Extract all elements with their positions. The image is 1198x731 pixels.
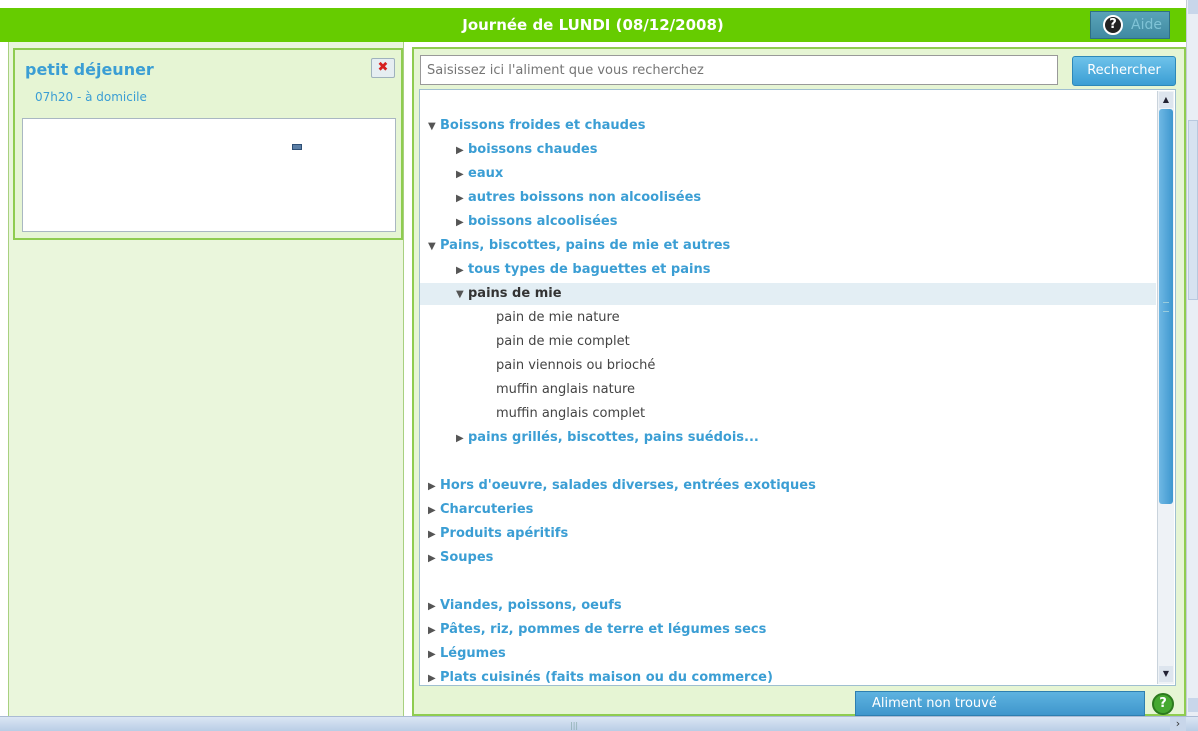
tree-category[interactable]: ▶ Plats cuisinés (faits maison ou du comm… bbox=[420, 667, 773, 689]
meal-time-place: 07h20 - à domicile bbox=[35, 90, 147, 104]
tree-category[interactable]: ▶ Pâtes, riz, pommes de terre et légumes … bbox=[420, 619, 766, 641]
tree-node-label: pain de mie complet bbox=[496, 334, 630, 349]
scroll-right-button[interactable]: › bbox=[1170, 717, 1186, 731]
collapsed-arrow-icon[interactable]: ▶ bbox=[456, 212, 468, 234]
tree-subcategory[interactable]: ▶ pains grillés, biscottes, pains suédois… bbox=[420, 427, 759, 449]
scroll-grip-icon: ||| bbox=[570, 721, 579, 730]
help-button-label: Aide bbox=[1131, 17, 1162, 33]
collapsed-arrow-icon[interactable]: ▶ bbox=[456, 428, 468, 450]
tree-node-label: pain viennois ou brioché bbox=[496, 358, 656, 373]
tree-node-label: Viandes, poissons, oeufs bbox=[440, 598, 622, 613]
tree-scroll-down-icon[interactable]: ▼ bbox=[1159, 666, 1173, 682]
collapsed-arrow-icon[interactable]: ▶ bbox=[456, 188, 468, 210]
page-title: Journée de LUNDI (08/12/2008) bbox=[462, 16, 724, 34]
food-item[interactable]: muffin anglais complet bbox=[420, 403, 645, 425]
expanded-arrow-icon[interactable]: ▼ bbox=[428, 236, 440, 258]
collapsed-arrow-icon[interactable]: ▶ bbox=[456, 260, 468, 282]
tree-node-label: Produits apéritifs bbox=[440, 526, 569, 541]
scroll-up-button[interactable] bbox=[1188, 0, 1198, 14]
expanded-arrow-icon[interactable]: ▼ bbox=[456, 284, 468, 306]
tree-node-label: eaux bbox=[468, 166, 504, 181]
collapsed-arrow-icon[interactable]: ▶ bbox=[428, 500, 440, 522]
tree-node-label: pains de mie bbox=[468, 286, 562, 301]
page-vertical-scrollbar[interactable] bbox=[1186, 0, 1198, 716]
collapsed-arrow-icon[interactable]: ▶ bbox=[428, 476, 440, 498]
tree-node-label: pains grillés, biscottes, pains suédois.… bbox=[468, 430, 759, 445]
search-button[interactable]: Rechercher bbox=[1072, 56, 1176, 86]
help-icon: ? bbox=[1103, 15, 1123, 35]
tree-scroll-up-icon[interactable]: ▲ bbox=[1159, 92, 1173, 108]
collapsed-arrow-icon[interactable]: ▶ bbox=[428, 668, 440, 690]
tree-subcategory[interactable]: ▶ autres boissons non alcoolisées bbox=[420, 187, 701, 209]
scroll-thumb[interactable] bbox=[1188, 120, 1198, 300]
collapsed-arrow-icon[interactable]: ▶ bbox=[428, 596, 440, 618]
collapsed-arrow-icon[interactable]: ▶ bbox=[428, 548, 440, 570]
tree-node-label: muffin anglais nature bbox=[496, 382, 635, 397]
tree-node-label: Charcuteries bbox=[440, 502, 534, 517]
help-button[interactable]: ? Aide bbox=[1090, 11, 1170, 39]
tree-node-label: muffin anglais complet bbox=[496, 406, 646, 421]
tree-node-label: pain de mie nature bbox=[496, 310, 620, 325]
tree-category[interactable]: ▶ Soupes bbox=[420, 547, 493, 569]
tree-category[interactable]: ▼ Boissons froides et chaudes bbox=[420, 115, 645, 137]
food-item[interactable]: pain de mie nature bbox=[420, 307, 620, 329]
tree-subcategory[interactable]: ▶ boissons chaudes bbox=[420, 139, 597, 161]
tree-node-label: boissons chaudes bbox=[468, 142, 598, 157]
help-icon-small[interactable]: ? bbox=[1152, 693, 1174, 715]
tree-category[interactable]: ▶ Hors d'oeuvre, salades diverses, entrée… bbox=[420, 475, 816, 497]
meal-title[interactable]: petit déjeuner bbox=[25, 60, 154, 79]
tree-node-label: Boissons froides et chaudes bbox=[440, 118, 646, 133]
tree-scrollbar[interactable]: ▲ ▼ bbox=[1157, 91, 1174, 684]
tree-node-label: Pains, biscottes, pains de mie et autres bbox=[440, 238, 731, 253]
tree-scroll-thumb[interactable] bbox=[1159, 109, 1173, 504]
expanded-arrow-icon[interactable]: ▼ bbox=[428, 116, 440, 138]
tree-node-label: Hors d'oeuvre, salades diverses, entrées… bbox=[440, 478, 816, 493]
tree-category[interactable]: ▶ Charcuteries bbox=[420, 499, 533, 521]
collapsed-arrow-icon[interactable]: ▶ bbox=[428, 620, 440, 642]
collapsed-arrow-icon[interactable]: ▶ bbox=[428, 644, 440, 666]
food-item[interactable]: pain de mie complet bbox=[420, 331, 630, 353]
tree-subcategory[interactable]: ▶ tous types de baguettes et pains bbox=[420, 259, 710, 281]
tree-node-label: tous types de baguettes et pains bbox=[468, 262, 711, 277]
food-not-found-button[interactable]: Aliment non trouvé bbox=[855, 691, 1145, 716]
collapsed-arrow-icon[interactable]: ▶ bbox=[456, 164, 468, 186]
tree-category[interactable]: ▶ Produits apéritifs bbox=[420, 523, 568, 545]
food-search-input[interactable] bbox=[420, 55, 1058, 85]
tree-node-label: Soupes bbox=[440, 550, 494, 565]
meal-card: petit déjeuner ✖ 07h20 - à domicile bbox=[13, 48, 403, 240]
collapsed-arrow-icon[interactable]: ▶ bbox=[428, 524, 440, 546]
page-horizontal-scrollbar[interactable]: ||| › bbox=[0, 716, 1198, 731]
tree-node-label: boissons alcoolisées bbox=[468, 214, 618, 229]
minus-icon[interactable] bbox=[292, 144, 302, 150]
tree-category[interactable]: ▶ Viandes, poissons, oeufs bbox=[420, 595, 622, 617]
tree-subcategory[interactable]: ▶ eaux bbox=[420, 163, 503, 185]
top-bar: Journée de LUNDI (08/12/2008) ? Aide bbox=[0, 8, 1186, 42]
tree-category[interactable]: ▶ Légumes bbox=[420, 643, 506, 665]
delete-meal-button[interactable]: ✖ bbox=[371, 58, 395, 78]
tree-node-label: autres boissons non alcoolisées bbox=[468, 190, 702, 205]
collapsed-arrow-icon[interactable]: ▶ bbox=[456, 140, 468, 162]
tree-node-label: Plats cuisinés (faits maison ou du comme… bbox=[440, 670, 773, 685]
tree-category[interactable]: ▼ Pains, biscottes, pains de mie et autre… bbox=[420, 235, 730, 257]
food-item[interactable]: muffin anglais nature bbox=[420, 379, 635, 401]
scroll-down-button[interactable] bbox=[1188, 698, 1198, 712]
tree-node-label: Légumes bbox=[440, 646, 506, 661]
tree-subcategory[interactable]: ▼ pains de mie bbox=[420, 283, 1156, 305]
tree-subcategory[interactable]: ▶ boissons alcoolisées bbox=[420, 211, 617, 233]
meal-food-list bbox=[22, 118, 396, 232]
food-item[interactable]: pain viennois ou brioché bbox=[420, 355, 655, 377]
tree-node-label: Pâtes, riz, pommes de terre et légumes s… bbox=[440, 622, 767, 637]
